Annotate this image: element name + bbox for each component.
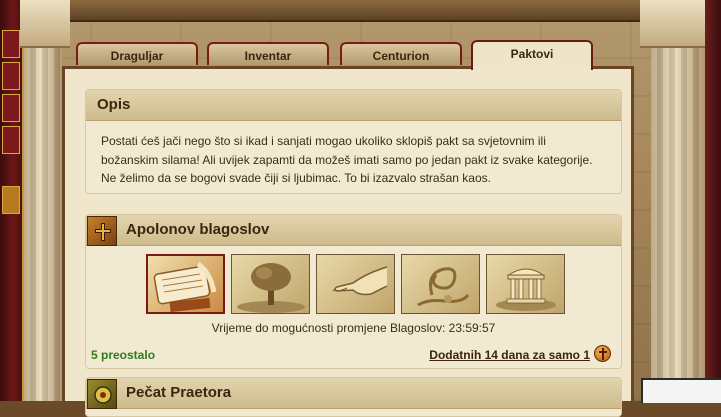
apollo-blessing-section: Apolonov blagoslov Vrijeme do mogućnosti… xyxy=(85,214,622,369)
left-menu-slot[interactable] xyxy=(2,30,20,58)
description-section: Opis Postati ćeš jači nego što si ikad i… xyxy=(85,89,622,194)
praetor-seal-section: Pečat Praetora xyxy=(85,377,622,417)
blessing-change-timer: Vrijeme do mogućnosti promjene Blagoslov… xyxy=(211,321,496,335)
left-menu-slot-active[interactable] xyxy=(2,186,20,214)
temple-icon xyxy=(496,268,556,311)
seal-icon xyxy=(87,379,117,409)
tab-inventar[interactable]: Inventar xyxy=(207,42,329,65)
extend-14-days-link[interactable]: Dodatnih 14 dana za samo 1 xyxy=(429,348,590,362)
hand-icon xyxy=(332,266,388,296)
remaining-count: 5 preostalo xyxy=(91,348,156,362)
ribbon-icon xyxy=(417,267,470,307)
cross-icon xyxy=(87,216,117,246)
pact-hand-card[interactable] xyxy=(316,254,395,314)
left-menu-strip xyxy=(0,0,24,401)
gold-coin-icon[interactable] xyxy=(594,345,611,362)
top-frame xyxy=(62,0,652,22)
apollo-header: Apolonov blagoslov xyxy=(86,215,621,246)
pact-scroll-card[interactable] xyxy=(146,254,225,314)
tab-paktovi[interactable]: Paktovi xyxy=(471,40,593,70)
tab-centurion[interactable]: Centurion xyxy=(340,42,462,65)
right-edge-frame xyxy=(705,0,721,401)
pact-ribbon-card[interactable] xyxy=(401,254,480,314)
description-header: Opis xyxy=(86,90,621,121)
left-pillar-capital xyxy=(20,0,70,48)
description-text: Postati ćeš jači nego što si ikad i sanj… xyxy=(101,134,593,185)
apollo-title: Apolonov blagoslov xyxy=(126,221,270,238)
scroll-icon xyxy=(153,261,217,312)
pact-temple-card[interactable] xyxy=(486,254,565,314)
corner-widget xyxy=(641,378,721,403)
pact-tree-card[interactable] xyxy=(231,254,310,314)
left-pillar xyxy=(24,0,62,401)
praetor-header: Pečat Praetora xyxy=(86,378,621,409)
right-pillar xyxy=(651,0,705,401)
main-panel: Opis Postati ćeš jači nego što si ikad i… xyxy=(62,66,634,417)
tree-icon xyxy=(237,263,305,313)
left-menu-slot[interactable] xyxy=(2,62,20,90)
left-menu-slot[interactable] xyxy=(2,126,20,154)
praetor-title: Pečat Praetora xyxy=(126,384,232,401)
tab-draguljar[interactable]: Draguljar xyxy=(76,42,198,65)
left-menu-slot[interactable] xyxy=(2,94,20,122)
description-heading: Opis xyxy=(97,96,131,113)
